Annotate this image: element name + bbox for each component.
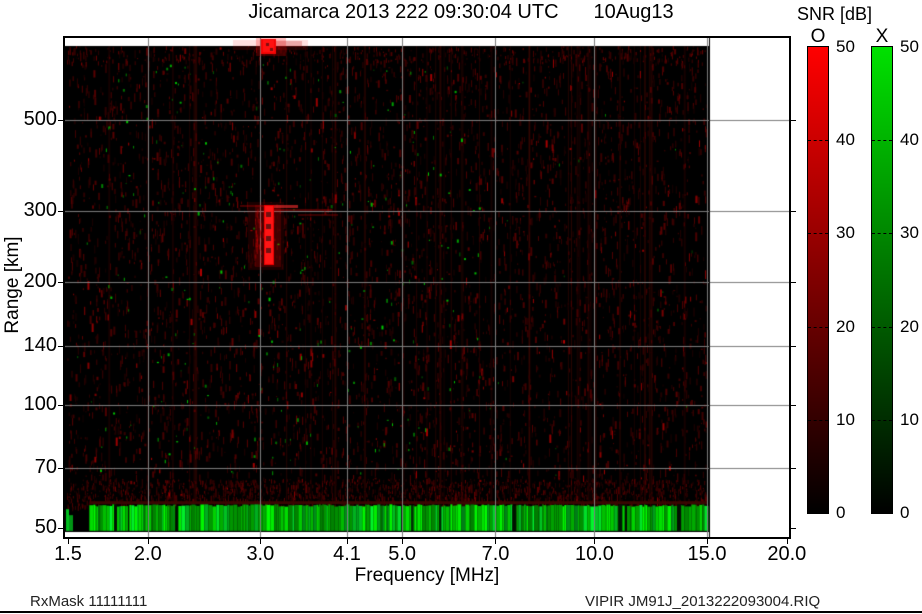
x-tick-label: 4.1 [317, 543, 377, 566]
x-tick [260, 539, 261, 544]
y-tick-label: 300 [0, 199, 57, 222]
colorbar-tick-dash [872, 233, 892, 234]
y-tick [791, 346, 796, 347]
colorbar-tick-label: 30 [900, 222, 922, 244]
x-tick [787, 539, 788, 544]
y-tick-label: 100 [0, 393, 57, 416]
x-tick [495, 539, 496, 544]
y-tick [791, 528, 796, 529]
x-tick-label: 10.0 [564, 543, 624, 566]
colorbar-tick-label: 10 [836, 409, 866, 431]
y-tick [58, 211, 63, 212]
y-tick [58, 528, 63, 529]
y-tick [58, 120, 63, 121]
plot-date: 10Aug13 [594, 1, 674, 24]
colorbar-tick-label: 20 [900, 316, 922, 338]
footer-filename: VIPIR JM91J_2013222093004.RIQ [585, 593, 820, 610]
y-tick-label: 70 [0, 456, 57, 479]
colorbar-tick-dash [808, 140, 828, 141]
colorbar-tick-dash [808, 327, 828, 328]
colorbar-tick-label: 20 [836, 316, 866, 338]
plot-frame [63, 36, 791, 539]
x-tick [68, 539, 69, 544]
y-tick [791, 468, 796, 469]
y-tick [791, 282, 796, 283]
o-polarization-label: O [807, 26, 829, 48]
y-tick [791, 405, 796, 406]
y-tick-label: 140 [0, 334, 57, 357]
y-tick-label: 500 [0, 108, 57, 131]
bottom-rule [0, 611, 922, 613]
x-colorbar [871, 46, 893, 514]
x-tick-label: 7.0 [465, 543, 525, 566]
colorbar-tick-label: 0 [836, 502, 866, 524]
x-axis-label: Frequency [MHz] [65, 565, 789, 587]
y-tick [791, 211, 796, 212]
x-tick-label: 20.0 [757, 543, 817, 566]
x-tick-label: 15.0 [677, 543, 737, 566]
footer-rxmask: RxMask 11111111 [30, 593, 147, 610]
colorbar-tick-label: 50 [836, 36, 866, 58]
colorbar-tick-dash [872, 140, 892, 141]
y-tick [58, 346, 63, 347]
x-tick [402, 539, 403, 544]
colorbar-tick-label: 50 [900, 36, 922, 58]
colorbar-tick-label: 10 [900, 409, 922, 431]
ionogram-figure: Jicamarca 2013 222 09:30:04 UTC 10Aug13 … [0, 0, 922, 614]
y-tick-label: 50 [0, 516, 57, 539]
y-tick [58, 405, 63, 406]
y-tick [791, 120, 796, 121]
x-tick [707, 539, 708, 544]
x-polarization-label: X [871, 26, 893, 48]
ionogram-canvas [65, 38, 789, 537]
x-tick [594, 539, 595, 544]
title-row: Jicamarca 2013 222 09:30:04 UTC 10Aug13 [0, 1, 922, 24]
colorbar-tick-label: 30 [836, 222, 866, 244]
x-tick-label: 2.0 [118, 543, 178, 566]
colorbar-tick-dash [808, 233, 828, 234]
colorbar-tick-label: 40 [836, 129, 866, 151]
colorbar-tick-dash [872, 420, 892, 421]
colorbar-title: SNR [dB] [797, 3, 872, 25]
colorbar-tick-dash [872, 327, 892, 328]
x-tick [148, 539, 149, 544]
x-tick [347, 539, 348, 544]
y-axis-label: Range [km] [2, 236, 24, 333]
y-tick [58, 282, 63, 283]
x-tick-label: 5.0 [372, 543, 432, 566]
y-tick [58, 468, 63, 469]
x-tick-label: 3.0 [230, 543, 290, 566]
colorbar-tick-label: 40 [900, 129, 922, 151]
o-colorbar [807, 46, 829, 514]
plot-title: Jicamarca 2013 222 09:30:04 UTC [248, 1, 558, 24]
colorbar-tick-label: 0 [900, 502, 922, 524]
colorbar-tick-dash [808, 420, 828, 421]
x-tick-label: 1.5 [38, 543, 98, 566]
